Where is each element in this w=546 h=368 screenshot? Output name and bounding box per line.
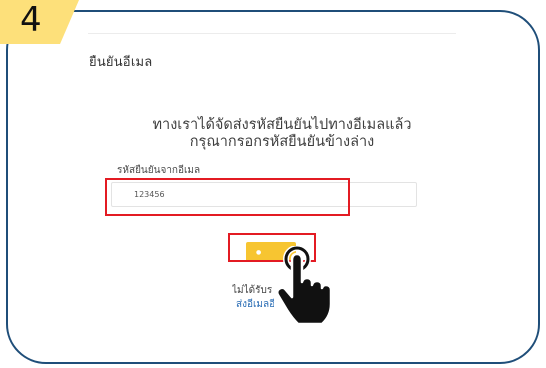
verification-code-input[interactable] (111, 182, 417, 207)
hand-cursor-icon (275, 246, 333, 326)
resend-prompt: ไม่ได้รับรหัส (232, 285, 272, 296)
instruction-line-1: ทางเราได้จัดส่งรหัสยืนยันไปทางอีเมลแล้ว (152, 117, 412, 133)
step-number: 4 (20, 0, 42, 40)
tutorial-screenshot: 4 ยืนยันอีเมล ทางเราได้จัดส่งรหัสยืนยันไ… (0, 0, 546, 368)
header-divider (88, 33, 456, 34)
instruction-line-2: กรุณากรอกรหัสยืนยันข้างล่าง (189, 134, 375, 150)
code-field-label: รหัสยืนยันจากอีเมล (117, 165, 201, 176)
instructions: ทางเราได้จัดส่งรหัสยืนยันไปทางอีเมลแล้ว … (102, 117, 462, 151)
resend-email-link[interactable]: ส่งอีเมลอีกครั้ง (236, 297, 274, 312)
confirm-button-glyph: ● (256, 248, 262, 256)
page-title: ยืนยันอีเมล (89, 55, 153, 70)
